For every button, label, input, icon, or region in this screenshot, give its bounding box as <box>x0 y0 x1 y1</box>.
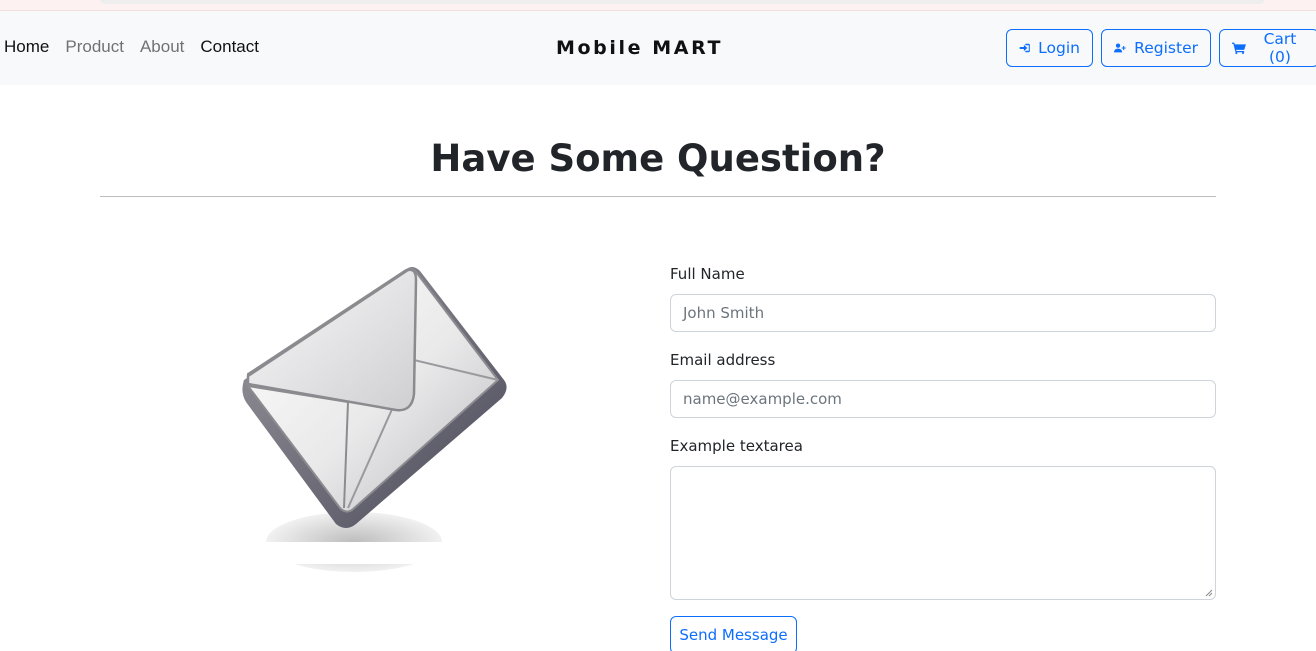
page-title: Have Some Question? <box>430 137 886 180</box>
user-plus-icon <box>1114 43 1126 53</box>
message-textarea[interactable] <box>670 466 1216 600</box>
send-message-button[interactable]: Send Message <box>670 616 797 651</box>
full-name-input[interactable]: John Smith <box>670 294 1216 332</box>
resize-grip-icon[interactable] <box>1205 589 1213 597</box>
cart-label: Cart (0) <box>1263 30 1297 66</box>
browser-top-strip <box>0 0 1316 11</box>
cart-icon <box>1232 42 1246 55</box>
nav-link-home[interactable]: Home <box>4 37 49 57</box>
nav-link-about[interactable]: About <box>140 37 184 57</box>
register-button[interactable]: Register <box>1101 29 1211 67</box>
message-label: Example textarea <box>670 437 803 455</box>
nav-link-contact[interactable]: Contact <box>200 37 259 57</box>
email-label: Email address <box>670 351 776 369</box>
envelope-icon <box>242 267 507 572</box>
brand-logo[interactable]: Mobile MART <box>556 37 723 59</box>
login-button[interactable]: Login <box>1006 29 1093 67</box>
email-input[interactable]: name@example.com <box>670 380 1216 418</box>
nav-link-product[interactable]: Product <box>65 37 124 57</box>
login-label: Login <box>1038 39 1080 57</box>
navbar: Home Product About Contact Mobile MART L… <box>0 11 1316 85</box>
full-name-label: Full Name <box>670 265 745 283</box>
sign-in-icon <box>1019 43 1030 53</box>
register-label: Register <box>1134 39 1198 57</box>
cart-button[interactable]: Cart (0) <box>1219 29 1316 67</box>
title-divider <box>100 196 1216 197</box>
nav-links: Home Product About Contact <box>4 37 259 57</box>
top-strip-pill <box>100 0 1265 4</box>
